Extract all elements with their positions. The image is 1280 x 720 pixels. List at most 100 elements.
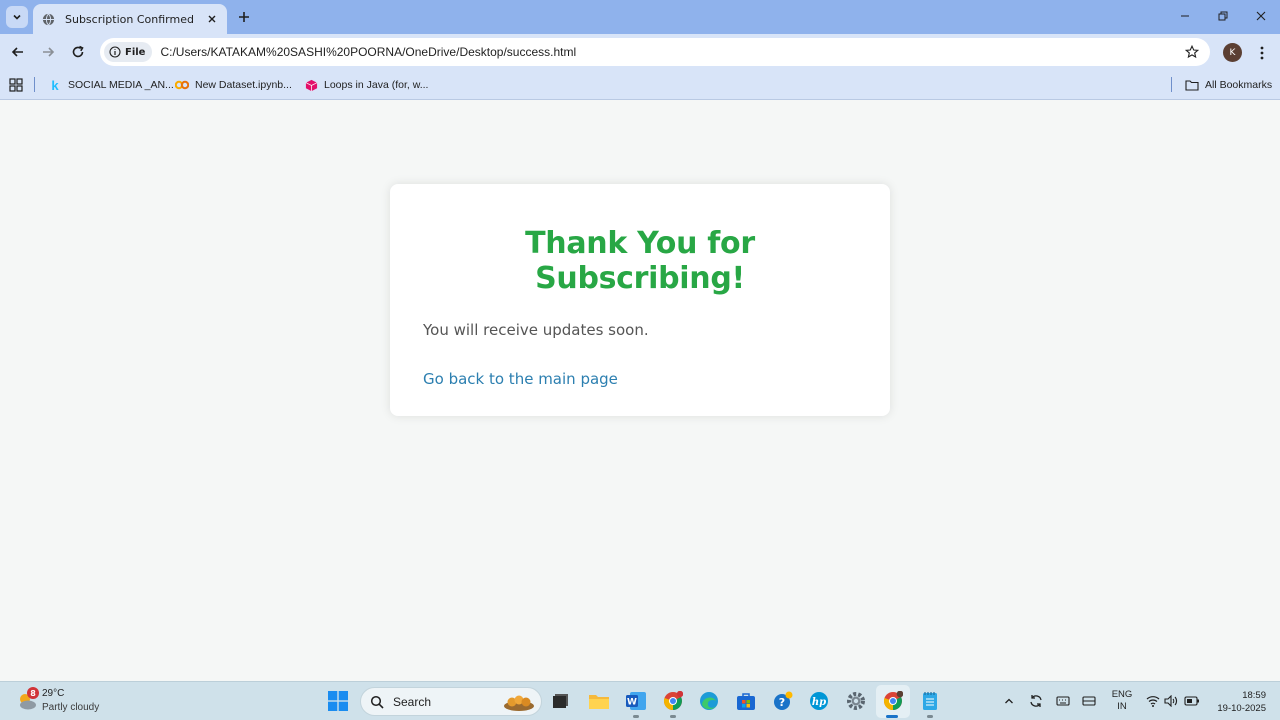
store-icon bbox=[737, 693, 755, 710]
kaggle-icon: k bbox=[51, 77, 59, 93]
arrow-right-icon bbox=[43, 47, 55, 57]
url-text[interactable]: C:/Users/KATAKAM%20SASHI%20POORNA/OneDri… bbox=[160, 45, 576, 59]
confirmation-message: You will receive updates soon. bbox=[423, 321, 649, 339]
info-icon bbox=[109, 46, 121, 58]
svg-text:?: ? bbox=[779, 696, 785, 709]
support-app[interactable]: ? bbox=[772, 690, 794, 712]
folder-icon bbox=[589, 695, 609, 709]
edge-icon bbox=[700, 692, 718, 710]
back-to-main-link[interactable]: Go back to the main page bbox=[423, 370, 618, 388]
hp-icon: hp bbox=[810, 692, 828, 710]
display-icon bbox=[1082, 696, 1096, 706]
bookmarks-separator bbox=[1171, 77, 1172, 92]
running-indicator bbox=[670, 715, 676, 718]
reload-button[interactable] bbox=[66, 40, 90, 64]
store-app[interactable] bbox=[735, 690, 757, 712]
taskbar-search[interactable]: Search bbox=[360, 687, 542, 716]
browser-menu-button[interactable] bbox=[1252, 42, 1272, 64]
site-info-chip[interactable]: File bbox=[104, 42, 153, 62]
tab-close-icon[interactable] bbox=[205, 12, 219, 26]
folder-icon bbox=[1185, 78, 1199, 92]
forward-button[interactable] bbox=[36, 40, 60, 64]
language-indicator[interactable]: ENG IN bbox=[1110, 689, 1134, 713]
profile-avatar[interactable]: K bbox=[1223, 43, 1242, 62]
weather-temperature[interactable]: 29°C bbox=[42, 688, 64, 699]
task-view-icon bbox=[553, 694, 568, 708]
weather-description[interactable]: Partly cloudy bbox=[42, 702, 99, 713]
help-icon: ? bbox=[774, 691, 793, 710]
wifi-tray[interactable] bbox=[1145, 693, 1161, 709]
clock-date: 19-10-2025 bbox=[1217, 703, 1266, 714]
arrow-left-icon bbox=[11, 47, 23, 57]
new-tab-button[interactable] bbox=[234, 8, 254, 26]
bookmark-label: Loops in Java (for, w... bbox=[324, 79, 429, 91]
battery-tray[interactable] bbox=[1184, 693, 1200, 709]
chrome-app[interactable] bbox=[882, 690, 904, 712]
file-explorer-app[interactable] bbox=[588, 690, 610, 712]
bookmark-label: SOCIAL MEDIA _AN... bbox=[68, 79, 174, 91]
back-button[interactable] bbox=[6, 40, 30, 64]
restore-button[interactable] bbox=[1206, 4, 1240, 28]
close-window-button[interactable] bbox=[1244, 4, 1278, 28]
bookmark-item[interactable]: New Dataset.ipynb... bbox=[175, 76, 292, 94]
bookmark-item[interactable]: k SOCIAL MEDIA _AN... bbox=[48, 76, 174, 94]
restore-icon bbox=[1218, 11, 1228, 21]
word-app[interactable]: W bbox=[625, 690, 647, 712]
notepad-app[interactable] bbox=[919, 690, 941, 712]
keyboard-icon bbox=[1056, 696, 1070, 706]
speaker-icon bbox=[1164, 695, 1178, 707]
all-bookmarks-button[interactable]: All Bookmarks bbox=[1185, 76, 1272, 94]
apps-grid-icon[interactable] bbox=[9, 78, 23, 92]
clock-time: 18:59 bbox=[1242, 690, 1266, 701]
chrome-icon bbox=[883, 691, 903, 710]
running-indicator bbox=[927, 715, 933, 718]
keyboard-tray[interactable] bbox=[1055, 693, 1071, 709]
address-bar[interactable]: File C:/Users/KATAKAM%20SASHI%20POORNA/O… bbox=[100, 38, 1210, 66]
word-icon: W bbox=[626, 692, 646, 710]
bookmark-item[interactable]: Loops in Java (for, w... bbox=[304, 76, 428, 94]
active-indicator bbox=[886, 715, 898, 718]
sync-tray[interactable] bbox=[1028, 693, 1044, 709]
close-icon bbox=[1256, 11, 1266, 21]
site-info-label: File bbox=[125, 46, 146, 58]
edge-app[interactable] bbox=[698, 690, 720, 712]
bookmarks-bar: k SOCIAL MEDIA _AN... New Dataset.ipynb.… bbox=[0, 70, 1280, 100]
globe-icon bbox=[41, 12, 55, 26]
more-vertical-icon bbox=[1260, 46, 1264, 60]
tab-active[interactable]: Subscription Confirmed bbox=[33, 4, 227, 34]
language-code: ENG bbox=[1111, 689, 1133, 700]
chevron-down-icon bbox=[13, 14, 21, 20]
bookmarks-separator bbox=[34, 77, 35, 92]
windows-start-icon[interactable] bbox=[328, 691, 348, 711]
taskbar-clock[interactable]: 18:59 19-10-2025 bbox=[1206, 689, 1266, 715]
gear-icon bbox=[847, 692, 865, 710]
wifi-icon bbox=[1146, 696, 1160, 707]
confirmation-card: Thank You for Subscribing! You will rece… bbox=[390, 184, 890, 416]
chrome-app-alt[interactable] bbox=[662, 690, 684, 712]
svg-text:W: W bbox=[627, 698, 637, 708]
minimize-icon bbox=[1181, 15, 1189, 17]
settings-app[interactable] bbox=[845, 690, 867, 712]
minimize-button[interactable] bbox=[1168, 4, 1202, 28]
reload-icon bbox=[72, 45, 84, 58]
colab-icon bbox=[175, 78, 189, 92]
hp-app[interactable]: hp bbox=[808, 690, 830, 712]
all-bookmarks-label: All Bookmarks bbox=[1205, 79, 1273, 91]
tab-search-button[interactable] bbox=[6, 6, 28, 28]
search-label: Search bbox=[393, 694, 432, 709]
chrome-icon bbox=[663, 691, 683, 710]
task-view-app[interactable] bbox=[550, 690, 572, 712]
notepad-icon bbox=[923, 692, 937, 710]
region-code: IN bbox=[1117, 701, 1127, 712]
page-title: Thank You for Subscribing! bbox=[525, 226, 755, 296]
weather-badge: 8 bbox=[27, 687, 39, 699]
tab-title: Subscription Confirmed bbox=[65, 12, 194, 26]
chevron-up-icon bbox=[1005, 698, 1013, 704]
sync-icon bbox=[1030, 695, 1042, 707]
search-icon bbox=[370, 695, 384, 709]
bookmark-star-icon[interactable] bbox=[1184, 44, 1200, 60]
windows-taskbar: 8 29°C Partly cloudy Search W ? hp ENG I… bbox=[0, 681, 1280, 720]
volume-tray[interactable] bbox=[1163, 693, 1179, 709]
display-tray[interactable] bbox=[1081, 693, 1097, 709]
show-hidden-icons-button[interactable] bbox=[1001, 693, 1017, 709]
